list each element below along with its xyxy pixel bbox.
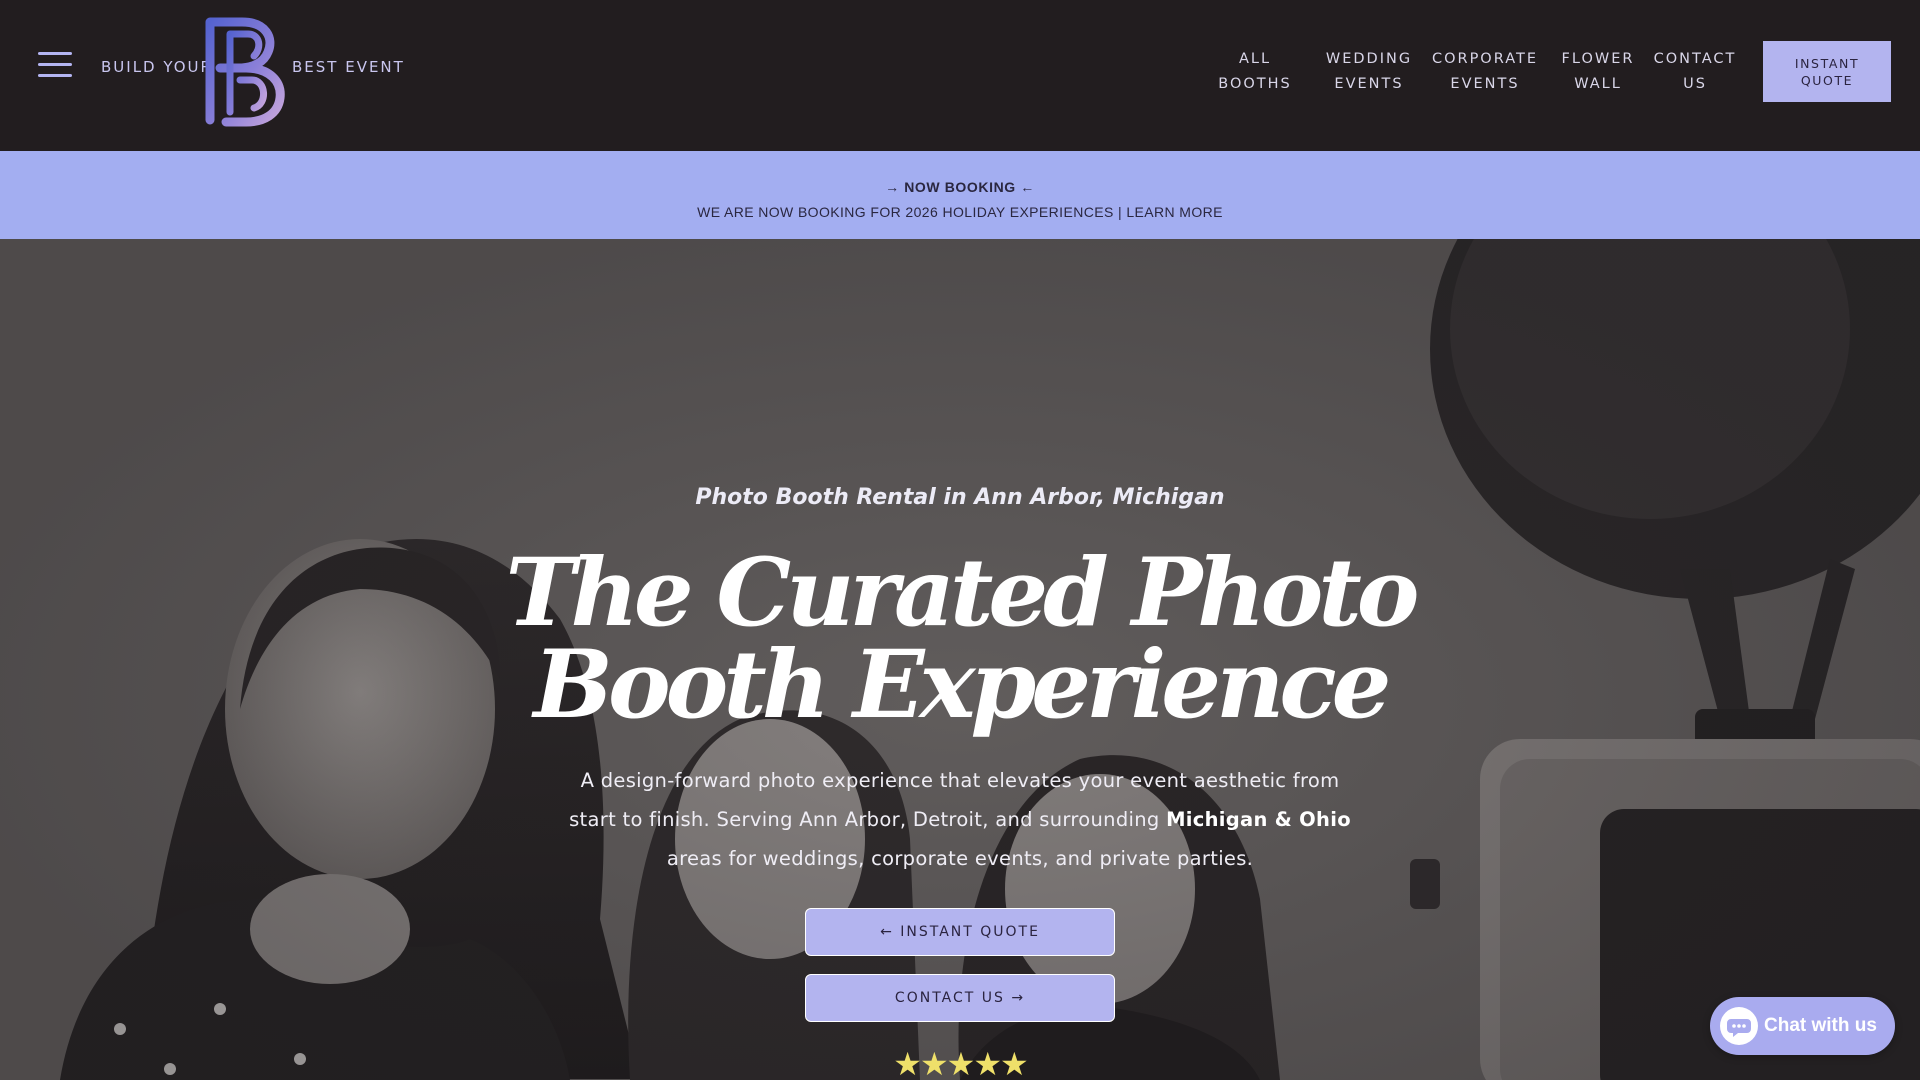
chat-widget-button[interactable]: Chat with us [1710,997,1895,1055]
hero-description: A design-forward photo experience that e… [560,761,1360,878]
nav-corporate-events[interactable]: CORPORATE EVENTS [1430,47,1540,97]
instant-quote-button[interactable]: INSTANT QUOTE [1763,41,1891,102]
nav-label: EVENTS [1334,76,1404,92]
nav-label: US [1683,76,1707,92]
hero-instant-quote-button[interactable]: ← INSTANT QUOTE [805,908,1115,956]
banner-learn-more-link[interactable]: WE ARE NOW BOOKING FOR 2026 HOLIDAY EXPE… [0,204,1920,220]
description-highlight: Michigan & Ohio [1166,808,1351,831]
brand-tagline-right: BEST EVENT [292,58,405,76]
nav-label: EVENTS [1450,76,1520,92]
nav-all-booths[interactable]: ALL BOOTHS [1212,47,1298,97]
headline-line: Booth Experience [533,630,1392,740]
nav-contact-us[interactable]: CONTACT US [1648,47,1742,97]
hero-headline: The Curated Photo Booth Experience [460,538,1460,740]
description-text: areas for weddings, corporate events, an… [666,847,1254,870]
button-label: QUOTE [1800,73,1854,88]
nav-label: WEDDING [1325,51,1413,67]
button-label: INSTANT [1794,56,1860,71]
page: BUILD YOUR BEST EVENT ALL BOOTHS WEDDING… [0,0,1920,1080]
nav-label: CORPORATE [1431,51,1539,67]
hamburger-menu-icon[interactable] [38,52,72,78]
nav-label: CONTACT [1653,51,1737,67]
banner-title: → NOW BOOKING ← [885,179,1035,195]
nav-label: FLOWER [1561,51,1635,67]
announcement-banner: → NOW BOOKING ← WE ARE NOW BOOKING FOR 2… [0,151,1920,239]
nav-label: WALL [1574,76,1622,92]
chat-label: Chat with us [1764,1015,1877,1036]
headline-line: The Curated Photo [505,538,1420,648]
nav-label: ALL [1238,51,1272,67]
chat-bubble-icon [1720,1007,1758,1045]
hero-contact-us-button[interactable]: CONTACT US → [805,974,1115,1022]
nav-label: BOOTHS [1218,76,1292,92]
nav-flower-wall[interactable]: FLOWER WALL [1556,47,1640,97]
bb-monogram-logo[interactable] [196,12,288,128]
hero-subtitle: Photo Booth Rental in Ann Arbor, Michiga… [695,485,1225,510]
site-header: BUILD YOUR BEST EVENT ALL BOOTHS WEDDING… [0,0,1920,151]
star-rating: ★★★★★ [893,1046,1028,1080]
nav-wedding-events[interactable]: WEDDING EVENTS [1322,47,1416,97]
hero-section: Photo Booth Rental in Ann Arbor, Michiga… [0,239,1920,1080]
